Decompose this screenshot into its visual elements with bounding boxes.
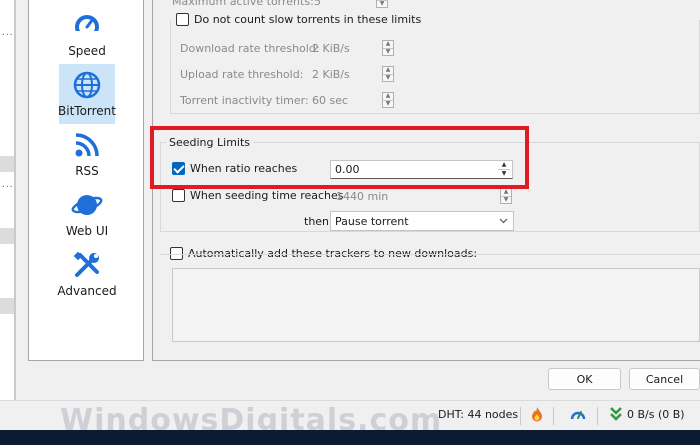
status-separator: [553, 407, 554, 425]
ok-button[interactable]: OK: [548, 368, 621, 390]
slow-torrents-checkbox[interactable]: [176, 13, 189, 26]
download-threshold-value: 2 KiB/s: [312, 42, 350, 55]
upload-threshold-label: Upload rate threshold:: [180, 68, 304, 81]
cancel-button[interactable]: Cancel: [629, 368, 700, 390]
category-rss[interactable]: RSS: [29, 124, 145, 184]
download-threshold-spinner[interactable]: ▲ ▼: [382, 40, 394, 56]
planet-icon: [71, 195, 103, 215]
category-label: BitTorrent: [58, 104, 116, 118]
speed-limit-icon[interactable]: [570, 407, 586, 421]
category-bittorrent[interactable]: BitTorrent: [58, 64, 116, 124]
main-window-background: ... ...: [0, 0, 14, 400]
max-active-torrents-label: Maximum active torrents:: [172, 0, 314, 8]
download-threshold-label: Download rate threshold:: [180, 42, 320, 55]
list-row: [0, 156, 14, 172]
category-advanced[interactable]: Advanced: [29, 244, 145, 304]
trackers-textarea[interactable]: [172, 268, 700, 342]
ellipsis-text: ...: [2, 28, 14, 38]
then-label: then: [304, 215, 330, 228]
download-arrow-icon: [610, 407, 622, 421]
inactivity-timer-spinner[interactable]: ▲ ▼: [382, 92, 394, 108]
seeding-time-row: When seeding time reaches: [172, 189, 344, 202]
max-active-torrents-value: 5: [314, 0, 321, 8]
seeding-action-select[interactable]: Pause torrent: [330, 211, 514, 231]
seeding-action-value: Pause torrent: [335, 214, 409, 228]
category-label: RSS: [75, 164, 99, 178]
options-category-list[interactable]: Speed BitTorrent RSS Web UI Advanced: [28, 0, 144, 361]
category-speed[interactable]: Speed: [29, 4, 145, 64]
slow-torrents-header: Do not count slow torrents in these limi…: [176, 13, 426, 26]
globe-icon: [73, 71, 101, 99]
seeding-time-label: When seeding time reaches: [190, 189, 344, 202]
status-separator: [520, 407, 521, 425]
category-label: Advanced: [57, 284, 117, 298]
ellipsis-text: ...: [2, 180, 14, 190]
seeding-time-checkbox[interactable]: [172, 189, 185, 202]
category-label: Speed: [68, 44, 106, 58]
upload-threshold-spinner[interactable]: ▲ ▼: [382, 66, 394, 82]
list-row: [0, 228, 14, 244]
chevron-down-icon: [499, 218, 508, 224]
max-active-spinner[interactable]: ▲▼: [376, 0, 388, 8]
download-speed-status: 0 B/s (0 B): [627, 408, 685, 421]
list-row: [0, 298, 14, 314]
rss-icon: [75, 133, 99, 157]
status-separator: [597, 407, 598, 425]
slow-torrents-label: Do not count slow torrents in these limi…: [194, 13, 422, 26]
category-label: Web UI: [65, 224, 109, 238]
inactivity-timer-value: 60 sec: [312, 94, 349, 107]
speed-gauge-icon: [75, 15, 99, 40]
dialog-border: [14, 0, 16, 400]
inactivity-timer-label: Torrent inactivity timer:: [180, 94, 309, 107]
category-webui[interactable]: Web UI: [29, 184, 145, 244]
seeding-time-spinner[interactable]: ▲ ▼: [500, 188, 512, 204]
flame-icon[interactable]: [530, 406, 544, 422]
trackers-divider: [160, 254, 700, 255]
seeding-time-value: 1440 min: [336, 190, 389, 203]
tools-icon: [73, 251, 99, 277]
taskbar: [0, 430, 700, 445]
upload-threshold-value: 2 KiB/s: [312, 68, 350, 81]
highlight-annotation: [150, 126, 529, 189]
dht-status: DHT: 44 nodes: [438, 408, 519, 421]
